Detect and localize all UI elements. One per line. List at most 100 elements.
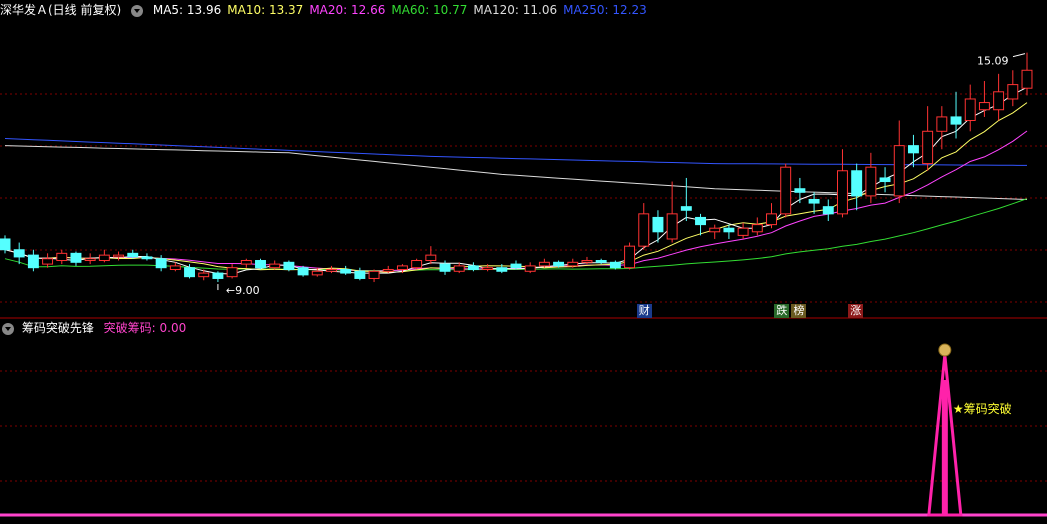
candle-body [595, 260, 607, 263]
candle-body [624, 245, 636, 269]
candle-body [255, 260, 266, 269]
candle-body [1021, 69, 1033, 89]
candle-body [368, 270, 380, 279]
candle-body [766, 213, 777, 226]
candle-body [680, 206, 692, 211]
candle-body [538, 261, 550, 267]
candle-body [808, 198, 820, 204]
candle-body [396, 265, 408, 270]
candle-body [70, 252, 82, 263]
candle-body [56, 252, 68, 262]
ma250-line [4, 138, 1028, 166]
ma-legend-ma60: MA60: 10.77 [391, 3, 468, 17]
candle-body [467, 265, 479, 270]
candle-body [893, 145, 905, 197]
candle-body [27, 254, 39, 269]
candle-body [297, 267, 309, 276]
candle-body [269, 263, 281, 269]
candle-body [326, 268, 337, 272]
indicator-plot: ★筹码突破 [0, 343, 1047, 517]
candle-body [98, 254, 110, 262]
candle-body [0, 238, 11, 251]
candle-body [638, 213, 650, 247]
main-chart-header: 深华发Ａ(日线 前复权) MA5: 13.96 MA10: 13.37 MA20: … [0, 0, 659, 20]
ma-legend: MA5: 13.96 MA10: 13.37 MA20: 12.66 MA60: 10… [153, 3, 653, 17]
ma-legend-ma10: MA10: 13.37 [227, 3, 304, 17]
high-price-label: 15.09 [977, 55, 1009, 68]
candle-body [950, 116, 962, 125]
candle-body [837, 170, 848, 215]
candle-body [226, 267, 238, 278]
candle-body [510, 263, 522, 269]
chevron-down-icon[interactable] [131, 4, 144, 17]
high-arrow [1012, 53, 1026, 58]
candle-body [141, 256, 153, 260]
indicator-header: 筹码突破先锋 突破筹码: 0.00 [0, 318, 192, 338]
candle-body [382, 268, 394, 272]
candle-body [978, 102, 990, 111]
event-tag[interactable]: 跌 [774, 304, 790, 318]
candle-body [127, 252, 139, 258]
candle-body [822, 206, 834, 215]
candle-body [723, 227, 735, 233]
candle-body [567, 261, 579, 267]
candle-body [879, 177, 891, 183]
candle-body [922, 130, 934, 165]
chart-stage[interactable]: 15.09 ←9.00 ★筹码突破 深华发Ａ(日线 前复权) MA5: 13.96… [0, 0, 1047, 521]
money-bag-icon [938, 343, 952, 357]
event-tag[interactable]: 榜 [791, 304, 807, 318]
candle-body [113, 254, 125, 258]
candle-body [851, 170, 863, 197]
candle-body [453, 265, 465, 272]
low-price-label: ←9.00 [226, 284, 260, 297]
candle-body [794, 188, 806, 193]
ma-legend-ma20: MA20: 12.66 [309, 3, 386, 17]
ma-legend-ma5: MA5: 13.96 [152, 3, 222, 17]
indicator-series-label: 突破筹码: 0.00 [103, 321, 187, 335]
candle-body [609, 261, 621, 269]
candle-body [652, 216, 664, 233]
indicator-spike-bar [941, 380, 948, 515]
stock-title[interactable]: 深华发Ａ(日线 前复权) [0, 3, 121, 17]
candle-body [709, 227, 721, 233]
candle-body [240, 260, 252, 265]
candle-body [198, 272, 210, 278]
candle-body [42, 258, 54, 265]
indicator-name[interactable]: 筹码突破先锋 [22, 321, 94, 335]
grid-lines [0, 93, 1047, 482]
candle-body [581, 260, 593, 263]
candle-body [482, 267, 494, 270]
candle-body [695, 216, 706, 226]
candle-body [907, 145, 919, 154]
candle-body [283, 261, 295, 270]
candle-body [425, 254, 437, 262]
candle-body [439, 263, 451, 272]
candle-body [354, 270, 366, 279]
ma-legend-ma120: MA120: 11.06 [473, 3, 558, 17]
candle-body [411, 260, 423, 269]
candlestick-chart[interactable]: 15.09 ←9.00 ★筹码突破 [0, 0, 1047, 521]
candle-body [13, 249, 25, 258]
candle-body [212, 272, 224, 279]
candle-body [737, 227, 749, 236]
candle-body [964, 98, 976, 122]
candle-body [751, 224, 763, 233]
candle-body [865, 166, 877, 197]
candle-body [169, 265, 181, 270]
chevron-down-icon[interactable] [2, 322, 14, 335]
candle-body [184, 267, 195, 278]
candle-body [553, 261, 565, 267]
candle-body [936, 116, 948, 132]
indicator-signal-label: ★筹码突破 [953, 401, 1012, 416]
event-tag[interactable]: 财 [636, 304, 652, 318]
candle-body [780, 166, 792, 215]
event-tag[interactable]: 涨 [848, 304, 864, 318]
candle-body [666, 213, 678, 240]
candle-body [993, 91, 1005, 111]
candle-body [84, 258, 96, 262]
ma-legend-ma250: MA250: 12.23 [563, 3, 647, 17]
candle-body [1007, 84, 1019, 100]
candle-body [340, 268, 352, 274]
candle-body [496, 267, 508, 272]
candle-body [155, 258, 167, 269]
